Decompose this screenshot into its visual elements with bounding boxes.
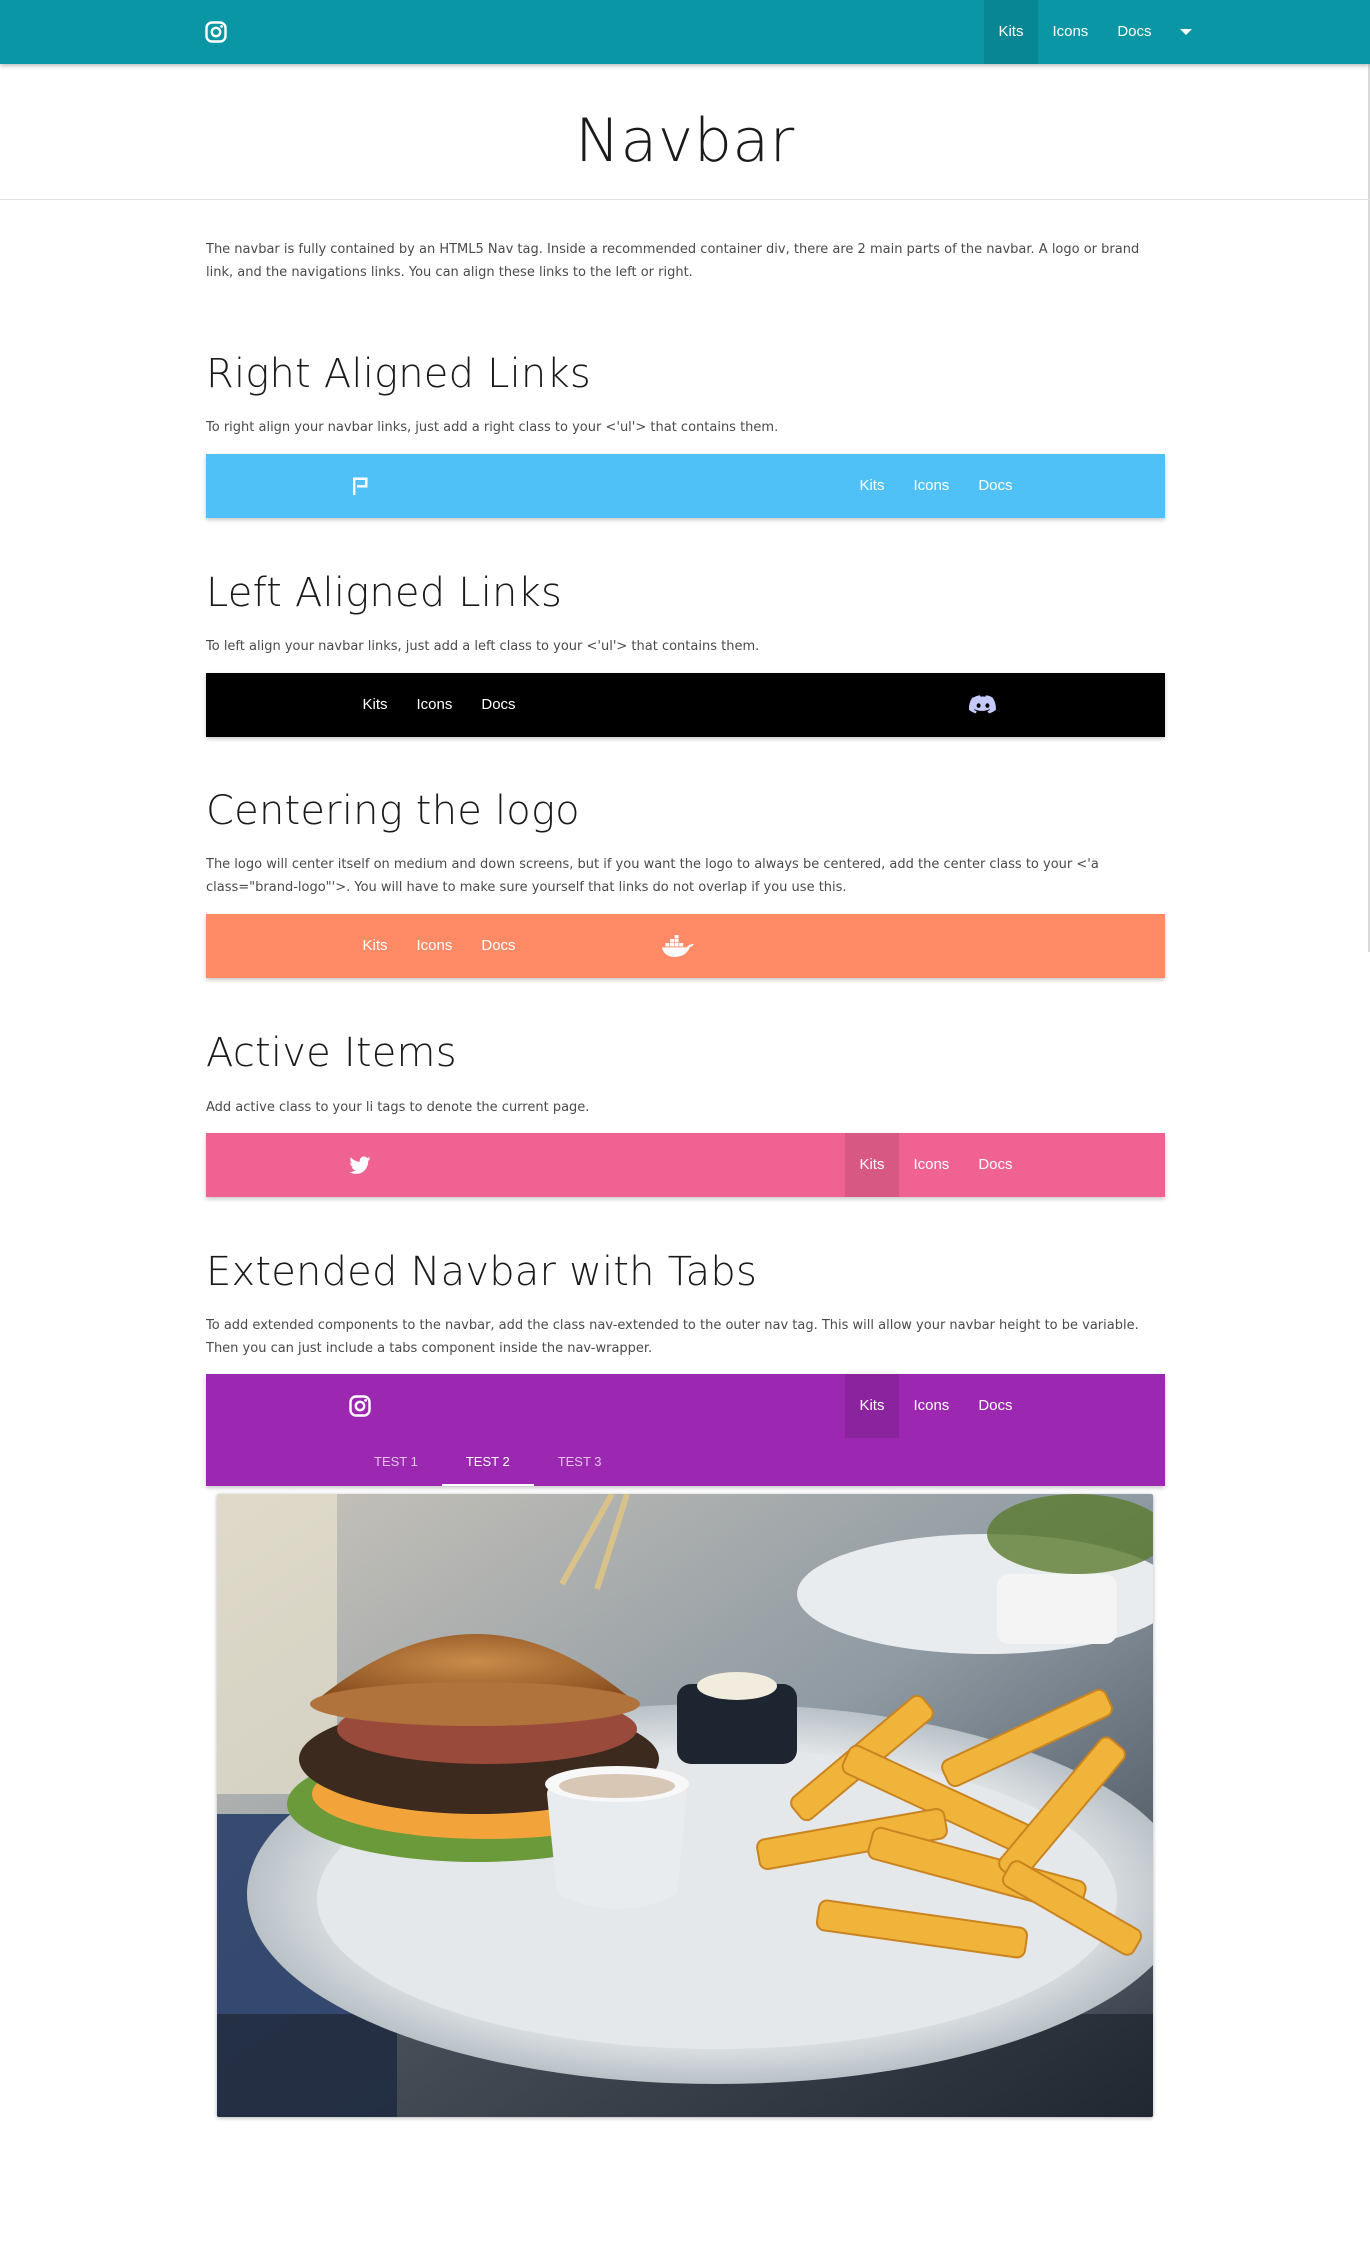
- section-title-right-aligned: Right Aligned Links: [206, 351, 591, 397]
- nav-link-icons[interactable]: Icons: [402, 673, 467, 737]
- demo-navbar-extended: Kits Icons Docs TEST 1 TEST 2 TEST 3: [206, 1374, 1165, 1486]
- flag-icon[interactable]: [348, 474, 372, 498]
- demo-nav-links: Kits Icons Docs: [348, 914, 530, 978]
- discord-icon[interactable]: [968, 693, 998, 717]
- demo-navbar-active-items: Kits Icons Docs: [206, 1133, 1165, 1197]
- demo-nav-links: Kits Icons Docs: [844, 1374, 1027, 1438]
- nav-link-icons[interactable]: Icons: [1038, 0, 1103, 64]
- nav-link-kits[interactable]: Kits: [348, 914, 402, 978]
- tab-label: TEST 1: [374, 1454, 418, 1469]
- nav-link-docs[interactable]: Docs: [467, 673, 530, 737]
- arrow-drop-down-icon[interactable]: [1166, 0, 1212, 64]
- nav-link-icons[interactable]: Icons: [402, 914, 467, 978]
- demo-nav-links: Kits Icons Docs: [844, 1133, 1027, 1197]
- demo-navbar-center-logo: Kits Icons Docs: [206, 914, 1165, 978]
- tab-label: TEST 2: [465, 1454, 510, 1469]
- nav-link-docs[interactable]: Docs: [964, 454, 1027, 518]
- nav-link-icons[interactable]: Icons: [899, 1133, 964, 1197]
- top-nav-links: Kits Icons Docs: [983, 0, 1370, 64]
- nav-link-icons[interactable]: Icons: [899, 1374, 964, 1438]
- section-description-active-items: Add active class to your li tags to deno…: [206, 1100, 590, 1115]
- docker-icon[interactable]: [661, 934, 695, 958]
- tab-label: TEST 3: [557, 1454, 602, 1469]
- twitter-icon[interactable]: [348, 1153, 372, 1177]
- nav-link-docs[interactable]: Docs: [964, 1133, 1027, 1197]
- demo-nav-links: Kits Icons Docs: [348, 673, 530, 737]
- section-title-active-items: Active Items: [206, 1030, 457, 1076]
- section-description-right-aligned: To right align your navbar links, just a…: [206, 420, 779, 435]
- tab-test-1[interactable]: TEST 1: [350, 1438, 442, 1486]
- burger-and-fries-photo: [217, 1494, 1153, 2117]
- instagram-icon[interactable]: [204, 20, 228, 44]
- section-description-extended-navbar: To add extended components to the navbar…: [206, 1318, 1139, 1356]
- nav-link-docs[interactable]: Docs: [1103, 0, 1166, 64]
- nav-link-icons[interactable]: Icons: [899, 454, 964, 518]
- tabs: TEST 1 TEST 2 TEST 3: [350, 1438, 626, 1486]
- nav-link-kits[interactable]: Kits: [845, 454, 899, 518]
- top-navbar: Kits Icons Docs: [0, 0, 1370, 64]
- tab-indicator: [441, 1484, 534, 1486]
- section-title-left-aligned: Left Aligned Links: [206, 570, 562, 616]
- nav-link-kits[interactable]: Kits: [983, 0, 1038, 64]
- nav-link-docs[interactable]: Docs: [964, 1374, 1027, 1438]
- section-description-center-logo: The logo will center itself on medium an…: [206, 857, 1099, 895]
- section-description-left-aligned: To left align your navbar links, just ad…: [206, 639, 760, 654]
- nav-link-docs[interactable]: Docs: [467, 914, 530, 978]
- page-title: Navbar: [575, 106, 795, 176]
- nav-link-kits[interactable]: Kits: [844, 1374, 899, 1438]
- section-title-center-logo: Centering the logo: [206, 788, 580, 834]
- tab-test-2[interactable]: TEST 2: [441, 1438, 534, 1486]
- intro-paragraph: The navbar is fully contained by an HTML…: [206, 242, 1140, 280]
- section-title-extended-navbar: Extended Navbar with Tabs: [206, 1249, 757, 1295]
- page-header: Navbar: [0, 64, 1370, 200]
- tab-test-3[interactable]: TEST 3: [534, 1438, 626, 1486]
- demo-nav-links: Kits Icons Docs: [845, 454, 1027, 518]
- nav-link-kits[interactable]: Kits: [844, 1133, 899, 1197]
- instagram-icon[interactable]: [348, 1394, 372, 1418]
- demo-navbar-right-aligned: Kits Icons Docs: [206, 454, 1165, 518]
- nav-link-kits[interactable]: Kits: [348, 673, 402, 737]
- food-photo-illustration: [217, 1494, 1153, 2117]
- demo-navbar-left-aligned: Kits Icons Docs: [206, 673, 1165, 737]
